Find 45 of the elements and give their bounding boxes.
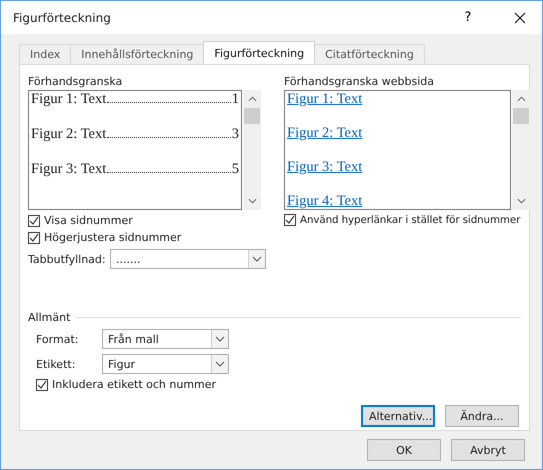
dialog-button[interactable]: Alternativ... xyxy=(361,405,435,427)
web-preview-label: Förhandsgranska webbsida xyxy=(284,75,435,88)
scrollbar[interactable] xyxy=(243,90,261,210)
checkbox[interactable] xyxy=(28,232,40,244)
checkbox-option[interactable]: Använd hyperlänkar i stället för sidnummer xyxy=(284,214,530,226)
tab-leader-dropdown[interactable]: ....... xyxy=(110,249,266,269)
window-title: Figurförteckning xyxy=(13,10,112,24)
tab-leader-label: Tabbutfyllnad: xyxy=(28,252,107,266)
checkbox-option[interactable]: Inkludera etikett och nummer xyxy=(36,378,529,391)
scroll-thumb[interactable] xyxy=(244,108,260,124)
dropdown[interactable]: Figur xyxy=(102,354,229,374)
preview-link[interactable]: Figur 2: Text xyxy=(287,125,508,159)
scroll-down-icon[interactable] xyxy=(248,198,256,204)
preview-link[interactable]: Figur 3: Text xyxy=(287,159,508,193)
caret-icon xyxy=(215,361,225,367)
scroll-down-icon[interactable] xyxy=(516,198,526,204)
scroll-up-icon[interactable] xyxy=(516,96,526,102)
dialog-button[interactable]: Ändra... xyxy=(445,405,519,427)
dialog-button[interactable]: Avbryt xyxy=(451,439,525,461)
field-label: Format: xyxy=(36,332,80,346)
scroll-up-icon[interactable] xyxy=(248,96,256,102)
preview-link[interactable]: Figur 1: Text xyxy=(287,91,508,125)
tab[interactable]: Figurförteckning xyxy=(203,41,316,64)
checkbox[interactable] xyxy=(28,214,40,226)
help-button[interactable]: ? xyxy=(446,2,490,32)
tab[interactable]: Index xyxy=(19,44,72,64)
group-title: Allmänt xyxy=(28,311,70,324)
preview-link[interactable]: Figur 4: Text xyxy=(287,193,508,209)
field-label: Etikett: xyxy=(36,358,76,370)
checkbox-option[interactable]: Visa sidnummer xyxy=(28,214,266,227)
preview-entry: Figur 3: Text 5 xyxy=(31,161,239,179)
scroll-thumb[interactable] xyxy=(513,108,529,124)
checkbox-option[interactable]: Högerjustera sidnummer xyxy=(28,231,266,244)
checkbox[interactable] xyxy=(284,214,296,226)
caret-icon xyxy=(215,336,225,342)
tab[interactable]: Citatförteckning xyxy=(314,44,425,64)
preview-label: Förhandsgranska xyxy=(28,75,124,88)
dropdown[interactable]: Från mall xyxy=(102,329,229,349)
dialog-button[interactable]: OK xyxy=(367,439,441,461)
scrollbar[interactable] xyxy=(512,90,530,210)
preview-entry: Figur 2: Text 3 xyxy=(31,126,239,144)
caret-icon xyxy=(252,256,262,262)
checkbox[interactable] xyxy=(36,378,48,390)
preview-entry: Figur 1: Text 1 xyxy=(31,91,239,109)
close-icon xyxy=(514,12,526,24)
